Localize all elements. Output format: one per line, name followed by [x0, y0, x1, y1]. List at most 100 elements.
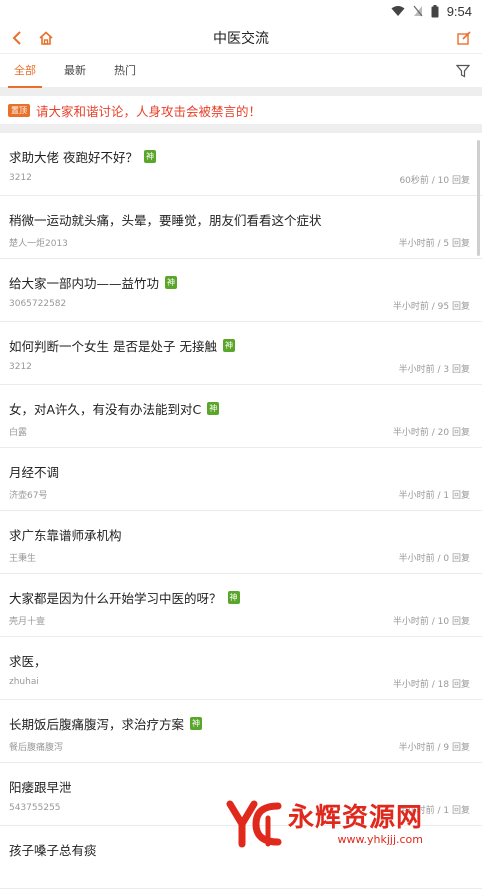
post-replies: 5 回复 [443, 239, 470, 249]
title-bar: 中医交流 [0, 22, 482, 54]
pinned-notice[interactable]: 置顶 请大家和谐讨论，人身攻击会被禁言的！ [0, 96, 482, 124]
post-time: 半小时前 [398, 554, 435, 564]
post-replies: 3 回复 [443, 365, 470, 375]
list-item[interactable]: 月经不调 济壶67号 半小时前 / 1 回复 [0, 448, 482, 511]
list-item[interactable]: 女，对A许久，有没有办法能到对C 神 白露 半小时前 / 20 回复 [0, 385, 482, 448]
list-item[interactable]: 求助大佬 夜跑好不好？ 神 3212 60秒前 / 10 回复 [0, 133, 482, 196]
post-replies: 95 回复 [437, 302, 470, 312]
post-title: 月经不调 [9, 465, 60, 480]
watermark-url: www.yhkjjj.com [337, 832, 424, 846]
wifi-icon [391, 5, 405, 17]
scrollbar[interactable] [477, 140, 480, 256]
featured-badge: 神 [165, 276, 178, 289]
post-title: 女，对A许久，有没有办法能到对C [9, 402, 202, 417]
back-button[interactable] [8, 28, 26, 48]
post-title: 大家都是因为什么开始学习中医的呀？ [9, 591, 222, 606]
post-title-row: 稍微一运动就头痛，头晕，要睡觉，朋友们看看这个症状 [9, 210, 322, 229]
post-title: 如何判断一个女生 是否是处子 无接触 [9, 339, 217, 354]
post-meta: 半小时前 / 18 回复 [392, 680, 470, 690]
post-title-row: 如何判断一个女生 是否是处子 无接触神 [9, 336, 235, 355]
post-meta: 半小时前 / 1 回复 [398, 491, 470, 501]
post-title: 求助大佬 夜跑好不好？ [9, 150, 138, 165]
list-item[interactable]: 求广东靠谱师承机构 王秉生 半小时前 / 0 回复 [0, 511, 482, 574]
post-author: 白露 [9, 428, 28, 438]
post-replies: 0 回复 [443, 554, 470, 564]
new-post-button[interactable] [454, 28, 474, 48]
post-replies: 20 回复 [437, 428, 470, 438]
post-time: 半小时前 [398, 365, 435, 375]
featured-badge: 神 [227, 591, 240, 604]
edit-icon [457, 31, 471, 45]
post-replies: 1 回复 [443, 491, 470, 501]
post-meta: 半小时前 / 9 回复 [398, 743, 470, 753]
post-author: 壳月十壹 [9, 617, 46, 627]
status-time: 9:54 [446, 3, 472, 19]
post-time: 半小时前 [398, 491, 435, 501]
post-title: 阳痿跟早泄 [9, 780, 72, 795]
list-item[interactable]: 求医， zhuhai 半小时前 / 18 回复 [0, 637, 482, 700]
post-title-row: 长期饭后腹痛腹泻，求治疗方案神 [9, 714, 203, 733]
divider [0, 88, 482, 96]
post-replies: 10 回复 [437, 176, 470, 186]
home-button[interactable] [36, 28, 56, 48]
no-signal-icon [413, 5, 423, 17]
post-author: 543755255 [9, 803, 61, 813]
post-time: 半小时前 [392, 617, 429, 627]
post-author: 3065722582 [9, 299, 67, 309]
post-title-row: 大家都是因为什么开始学习中医的呀？ 神 [9, 588, 240, 607]
post-meta: 半小时前 / 0 回复 [398, 554, 470, 564]
post-title-row: 求医， [9, 651, 47, 670]
tab-latest[interactable]: 最新 [50, 55, 100, 88]
post-meta: 半小时前 / 5 回复 [398, 239, 470, 249]
list-item[interactable]: 给大家一部内功——益竹功神 3065722582 半小时前 / 95 回复 [0, 259, 482, 322]
post-title-row: 月经不调 [9, 462, 59, 481]
watermark: 永辉资源网 www.yhkjjj.com [226, 796, 476, 852]
page-title: 中医交流 [213, 30, 269, 47]
tab-hot[interactable]: 热门 [100, 55, 150, 88]
list-item[interactable]: 长期饭后腹痛腹泻，求治疗方案神 餐后腹痛腹泻 半小时前 / 9 回复 [0, 700, 482, 763]
post-author: 3212 [9, 173, 32, 183]
status-bar: 9:54 [0, 0, 482, 22]
post-time: 半小时前 [392, 302, 429, 312]
featured-badge: 神 [207, 402, 220, 415]
post-title-row: 女，对A许久，有没有办法能到对C 神 [9, 399, 220, 418]
post-title: 求广东靠谱师承机构 [9, 528, 122, 543]
post-time: 半小时前 [398, 239, 435, 249]
post-author: 王秉生 [9, 554, 37, 564]
list-item[interactable]: 稍微一运动就头痛，头晕，要睡觉，朋友们看看这个症状 楚人一炬2013 半小时前 … [0, 196, 482, 259]
post-meta: 半小时前 / 10 回复 [392, 617, 470, 627]
post-meta: 半小时前 / 95 回复 [392, 302, 470, 312]
filter-button[interactable] [455, 63, 472, 79]
watermark-brand: 永辉资源网 www.yhkjjj.com [288, 803, 423, 846]
post-author: 餐后腹痛腹泻 [9, 743, 64, 753]
list-item[interactable]: 大家都是因为什么开始学习中医的呀？ 神 壳月十壹 半小时前 / 10 回复 [0, 574, 482, 637]
post-meta: 半小时前 / 3 回复 [398, 365, 470, 375]
list-item[interactable]: 如何判断一个女生 是否是处子 无接触神 3212 半小时前 / 3 回复 [0, 322, 482, 385]
post-title: 长期饭后腹痛腹泻，求治疗方案 [9, 717, 185, 732]
tab-all[interactable]: 全部 [0, 55, 50, 88]
post-author: 3212 [9, 362, 32, 372]
post-time: 60秒前 [399, 176, 429, 186]
featured-badge: 神 [222, 339, 235, 352]
post-replies: 10 回复 [437, 617, 470, 627]
post-title-row: 孩子嗓子总有痰 [9, 840, 97, 859]
chevron-left-icon [12, 31, 21, 45]
battery-icon [431, 4, 439, 18]
post-replies: 18 回复 [437, 680, 470, 690]
notice-text: 请大家和谐讨论，人身攻击会被禁言的！ [36, 103, 262, 119]
post-title-row: 求助大佬 夜跑好不好？ 神 [9, 147, 156, 166]
watermark-logo-icon [226, 800, 282, 848]
post-title-row: 给大家一部内功——益竹功神 [9, 273, 178, 292]
post-title-row: 阳痿跟早泄 [9, 777, 72, 796]
featured-badge: 神 [190, 717, 203, 730]
post-meta: 半小时前 / 20 回复 [392, 428, 470, 438]
post-time: 半小时前 [392, 428, 429, 438]
post-meta: 60秒前 / 10 回复 [399, 176, 470, 186]
divider [0, 124, 482, 133]
post-author: zhuhai [9, 677, 39, 687]
post-author: 楚人一炬2013 [9, 239, 68, 249]
post-time: 半小时前 [392, 680, 429, 690]
pinned-badge: 置顶 [8, 103, 30, 117]
featured-badge: 神 [143, 150, 156, 163]
post-title: 给大家一部内功——益竹功 [9, 276, 160, 291]
